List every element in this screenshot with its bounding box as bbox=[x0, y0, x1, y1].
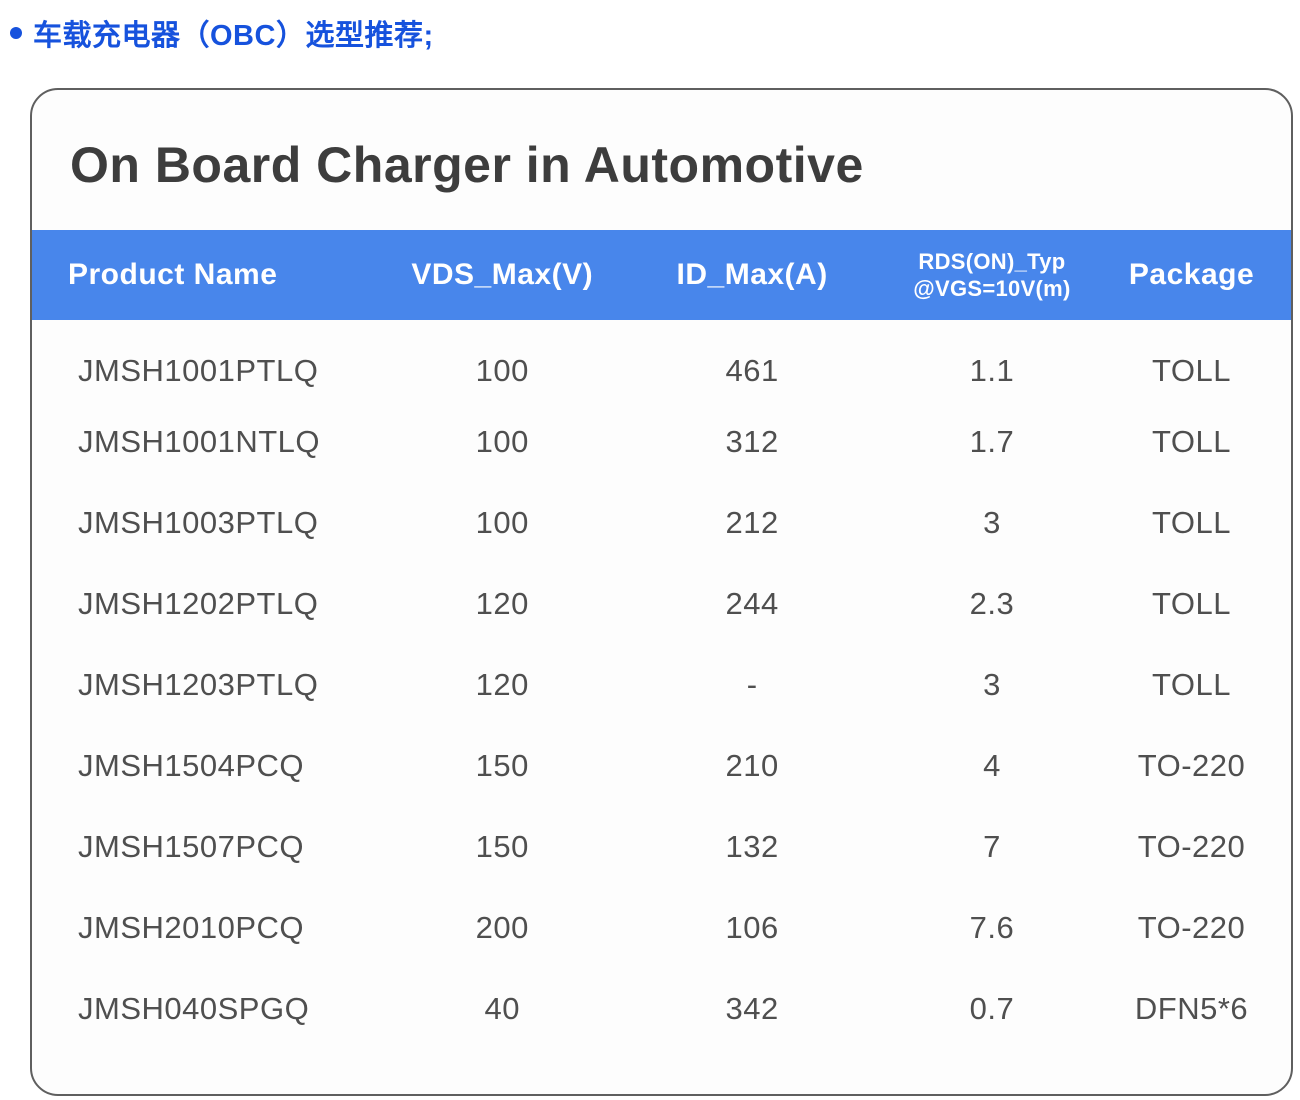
cell-id-max: 132 bbox=[612, 806, 891, 887]
cell-id-max: 342 bbox=[612, 968, 891, 1049]
cell-product-name: JMSH1001NTLQ bbox=[32, 401, 392, 482]
table-row: JMSH1504PCQ 150 210 4 TO-220 bbox=[32, 725, 1291, 806]
cell-product-name: JMSH1003PTLQ bbox=[32, 482, 392, 563]
cell-product-name: JMSH1001PTLQ bbox=[32, 320, 392, 401]
cell-id-max: - bbox=[612, 644, 891, 725]
section-heading-text: 车载充电器（OBC）选型推荐; bbox=[33, 12, 434, 54]
cell-package: TO-220 bbox=[1092, 887, 1291, 968]
col-header-id-max: ID_Max(A) bbox=[612, 230, 891, 320]
cell-rds-typ: 2.3 bbox=[892, 563, 1092, 644]
cell-id-max: 210 bbox=[612, 725, 891, 806]
cell-rds-typ: 1.7 bbox=[892, 401, 1092, 482]
cell-product-name: JMSH1507PCQ bbox=[32, 806, 392, 887]
cell-rds-typ: 3 bbox=[892, 482, 1092, 563]
cell-vds-max: 100 bbox=[392, 482, 612, 563]
section-heading: 车载充电器（OBC）选型推荐; bbox=[10, 12, 434, 54]
cell-package: TOLL bbox=[1092, 320, 1291, 401]
col-header-rds-typ-line2: @VGS=10V(m) bbox=[892, 275, 1092, 303]
cell-product-name: JMSH1202PTLQ bbox=[32, 563, 392, 644]
cell-rds-typ: 7.6 bbox=[892, 887, 1092, 968]
product-table: Product Name VDS_Max(V) ID_Max(A) RDS(ON… bbox=[32, 230, 1291, 1049]
col-header-vds-max: VDS_Max(V) bbox=[392, 230, 612, 320]
table-row: JMSH1507PCQ 150 132 7 TO-220 bbox=[32, 806, 1291, 887]
cell-package: TOLL bbox=[1092, 401, 1291, 482]
product-table-card: On Board Charger in Automotive Product N… bbox=[30, 88, 1293, 1096]
cell-product-name: JMSH1203PTLQ bbox=[32, 644, 392, 725]
table-row: JMSH1003PTLQ 100 212 3 TOLL bbox=[32, 482, 1291, 563]
cell-package: DFN5*6 bbox=[1092, 968, 1291, 1049]
cell-package: TOLL bbox=[1092, 563, 1291, 644]
cell-vds-max: 150 bbox=[392, 806, 612, 887]
cell-id-max: 461 bbox=[612, 320, 891, 401]
table-header-row: Product Name VDS_Max(V) ID_Max(A) RDS(ON… bbox=[32, 230, 1291, 320]
table-row: JMSH1202PTLQ 120 244 2.3 TOLL bbox=[32, 563, 1291, 644]
col-header-rds-typ: RDS(ON)_Typ @VGS=10V(m) bbox=[892, 230, 1092, 320]
cell-package: TOLL bbox=[1092, 482, 1291, 563]
cell-vds-max: 100 bbox=[392, 320, 612, 401]
cell-id-max: 312 bbox=[612, 401, 891, 482]
cell-rds-typ: 0.7 bbox=[892, 968, 1092, 1049]
cell-id-max: 244 bbox=[612, 563, 891, 644]
cell-vds-max: 40 bbox=[392, 968, 612, 1049]
cell-product-name: JMSH1504PCQ bbox=[32, 725, 392, 806]
cell-vds-max: 200 bbox=[392, 887, 612, 968]
cell-id-max: 106 bbox=[612, 887, 891, 968]
cell-vds-max: 120 bbox=[392, 563, 612, 644]
col-header-product-name: Product Name bbox=[32, 230, 392, 320]
cell-vds-max: 120 bbox=[392, 644, 612, 725]
table-row: JMSH2010PCQ 200 106 7.6 TO-220 bbox=[32, 887, 1291, 968]
table-row: JMSH040SPGQ 40 342 0.7 DFN5*6 bbox=[32, 968, 1291, 1049]
cell-id-max: 212 bbox=[612, 482, 891, 563]
col-header-package: Package bbox=[1092, 230, 1291, 320]
cell-rds-typ: 7 bbox=[892, 806, 1092, 887]
cell-vds-max: 100 bbox=[392, 401, 612, 482]
cell-package: TO-220 bbox=[1092, 725, 1291, 806]
cell-package: TO-220 bbox=[1092, 806, 1291, 887]
cell-vds-max: 150 bbox=[392, 725, 612, 806]
cell-rds-typ: 4 bbox=[892, 725, 1092, 806]
card-title: On Board Charger in Automotive bbox=[70, 136, 1291, 194]
cell-rds-typ: 3 bbox=[892, 644, 1092, 725]
table-row: JMSH1001NTLQ 100 312 1.7 TOLL bbox=[32, 401, 1291, 482]
col-header-rds-typ-line1: RDS(ON)_Typ bbox=[892, 248, 1092, 276]
table-row: JMSH1001PTLQ 100 461 1.1 TOLL bbox=[32, 320, 1291, 401]
table-row: JMSH1203PTLQ 120 - 3 TOLL bbox=[32, 644, 1291, 725]
cell-rds-typ: 1.1 bbox=[892, 320, 1092, 401]
cell-product-name: JMSH2010PCQ bbox=[32, 887, 392, 968]
product-table-body: JMSH1001PTLQ 100 461 1.1 TOLL JMSH1001NT… bbox=[32, 320, 1291, 1049]
cell-package: TOLL bbox=[1092, 644, 1291, 725]
bullet-icon bbox=[10, 27, 22, 39]
cell-product-name: JMSH040SPGQ bbox=[32, 968, 392, 1049]
